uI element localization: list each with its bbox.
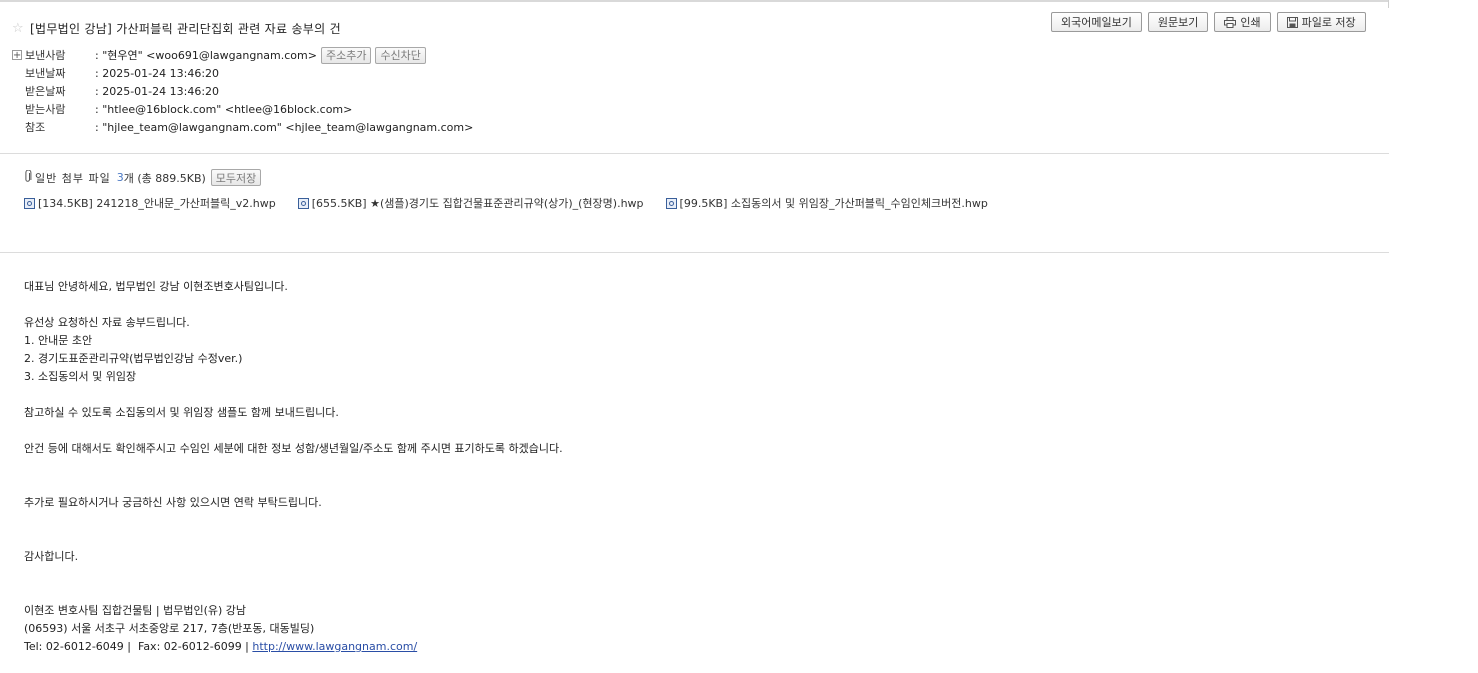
sent-date-row: 보낸날짜 : 2025-01-24 13:46:20 bbox=[12, 64, 473, 82]
hwp-file-icon bbox=[297, 197, 309, 209]
save-file-button[interactable]: 파일로 저장 bbox=[1276, 12, 1366, 32]
mail-header-info: + 보낸사람 : "현우연" <woo691@lawgangnam.com> 주… bbox=[12, 46, 473, 136]
website-link[interactable]: http://www.lawgangnam.com/ bbox=[252, 640, 417, 653]
pane-edge bbox=[1388, 0, 1389, 8]
printer-icon bbox=[1224, 16, 1237, 28]
body-line: 유선상 요청하신 자료 송부드립니다. bbox=[24, 316, 190, 329]
received-date-row: 받은날짜 : 2025-01-24 13:46:20 bbox=[12, 82, 473, 100]
body-line: 추가로 필요하시거나 궁금하신 사항 있으시면 연락 부탁드립니다. bbox=[24, 496, 322, 509]
attachment-file-name: [134.5KB] 241218_안내문_가산퍼블릭_v2.hwp bbox=[38, 197, 276, 210]
to-label: 받는사람 bbox=[25, 103, 66, 116]
floppy-disk-icon bbox=[1286, 16, 1298, 28]
body-line: 3. 소집동의서 및 위임장 bbox=[24, 370, 137, 383]
to-row: 받는사람 : "htlee@16block.com" <htlee@16bloc… bbox=[12, 100, 473, 118]
attachment-count: 3 bbox=[116, 171, 124, 184]
expand-plus-icon[interactable]: + bbox=[12, 50, 22, 60]
attachment-file-name: [99.5KB] 소집동의서 및 위임장_가산퍼블릭_수임인체크버전.hwp bbox=[679, 197, 988, 210]
signature-contact: Tel: 02-6012-6049 | Fax: 02-6012-6099 | … bbox=[24, 638, 563, 656]
body-line: 1. 안내문 초안 bbox=[24, 334, 93, 347]
print-label: 인쇄 bbox=[1240, 16, 1261, 29]
cc-row: 참조 : "hjlee_team@lawgangnam.com" <hjlee_… bbox=[12, 118, 473, 136]
to-value: : "htlee@16block.com" <htlee@16block.com… bbox=[95, 102, 353, 116]
subject-row: ☆ [법무법인 강남] 가산퍼블릭 관리단집회 관련 자료 송부의 건 bbox=[12, 20, 341, 37]
received-date-value: : 2025-01-24 13:46:20 bbox=[95, 84, 220, 98]
attachment-file[interactable]: [134.5KB] 241218_안내문_가산퍼블릭_v2.hwp bbox=[24, 195, 276, 211]
star-icon[interactable]: ☆ bbox=[12, 22, 26, 35]
mail-toolbar: 외국어메일보기 원문보기 인쇄 파일로 저장 bbox=[1051, 12, 1366, 32]
attachment-file[interactable]: [99.5KB] 소집동의서 및 위임장_가산퍼블릭_수임인체크버전.hwp bbox=[665, 195, 988, 211]
attachment-divider bbox=[0, 252, 1389, 253]
mail-subject: [법무법인 강남] 가산퍼블릭 관리단집회 관련 자료 송부의 건 bbox=[30, 22, 341, 36]
source-view-button[interactable]: 원문보기 bbox=[1147, 12, 1209, 32]
block-sender-button[interactable]: 수신차단 bbox=[375, 46, 426, 64]
attachment-title: 일반 첨부 파일 bbox=[35, 171, 111, 185]
save-file-label: 파일로 저장 bbox=[1301, 16, 1356, 29]
body-line: 참고하실 수 있도록 소집동의서 및 위임장 샘플도 함께 보내드립니다. bbox=[24, 406, 339, 419]
top-divider bbox=[0, 0, 1389, 2]
from-row: + 보낸사람 : "현우연" <woo691@lawgangnam.com> 주… bbox=[12, 46, 473, 64]
attachment-file[interactable]: [655.5KB] ★(샘플)경기도 집합건물표준관리규약(상가)_(현장명).… bbox=[297, 195, 644, 211]
body-line: 대표님 안녕하세요, 법무법인 강남 이현조변호사팀입니다. bbox=[24, 280, 288, 293]
header-divider bbox=[0, 153, 1389, 154]
foreign-mail-view-label: 외국어메일보기 bbox=[1061, 16, 1132, 29]
cc-label: 참조 bbox=[25, 121, 46, 134]
cc-value: : "hjlee_team@lawgangnam.com" <hjlee_tea… bbox=[95, 120, 474, 134]
source-view-label: 원문보기 bbox=[1157, 16, 1199, 29]
hwp-file-icon bbox=[24, 197, 35, 209]
signature-line: (06593) 서울 서초구 서초중앙로 217, 7층(반포동, 대동빌딩) bbox=[24, 622, 315, 635]
from-label: 보낸사람 bbox=[25, 49, 66, 62]
attachment-header: 일반 첨부 파일 3 개 (총 889.5KB) 모두저장 bbox=[24, 169, 262, 186]
body-line: 2. 경기도표준관리규약(법무법인강남 수정ver.) bbox=[24, 352, 243, 365]
print-button[interactable]: 인쇄 bbox=[1214, 12, 1271, 32]
save-all-button[interactable]: 모두저장 bbox=[210, 169, 262, 186]
body-line: 감사합니다. bbox=[24, 550, 79, 563]
body-line: 안건 등에 대해서도 확인해주시고 수임인 세분에 대한 정보 성함/생년월일/… bbox=[24, 442, 563, 455]
paperclip-icon bbox=[24, 169, 32, 186]
from-value: : "현우연" <woo691@lawgangnam.com> bbox=[95, 49, 317, 62]
attachment-total: 개 (총 889.5KB) bbox=[123, 171, 206, 185]
mail-body: 대표님 안녕하세요, 법무법인 강남 이현조변호사팀입니다. 유선상 요청하신 … bbox=[24, 278, 563, 656]
signature-tel-fax: Tel: 02-6012-6049 | Fax: 02-6012-6099 | bbox=[24, 640, 253, 653]
signature-line: 이현조 변호사팀 집합건물팀 | 법무법인(유) 강남 bbox=[24, 604, 247, 617]
sent-date-label: 보낸날짜 bbox=[25, 67, 66, 80]
attachment-list: [134.5KB] 241218_안내문_가산퍼블릭_v2.hwp [655.5… bbox=[24, 195, 1010, 211]
attachment-file-name: [655.5KB] ★(샘플)경기도 집합건물표준관리규약(상가)_(현장명).… bbox=[311, 197, 644, 210]
add-address-button[interactable]: 주소추가 bbox=[320, 46, 372, 64]
foreign-mail-view-button[interactable]: 외국어메일보기 bbox=[1051, 12, 1142, 32]
received-date-label: 받은날짜 bbox=[25, 85, 66, 98]
hwp-file-icon bbox=[665, 197, 677, 209]
sent-date-value: : 2025-01-24 13:46:20 bbox=[95, 66, 220, 80]
